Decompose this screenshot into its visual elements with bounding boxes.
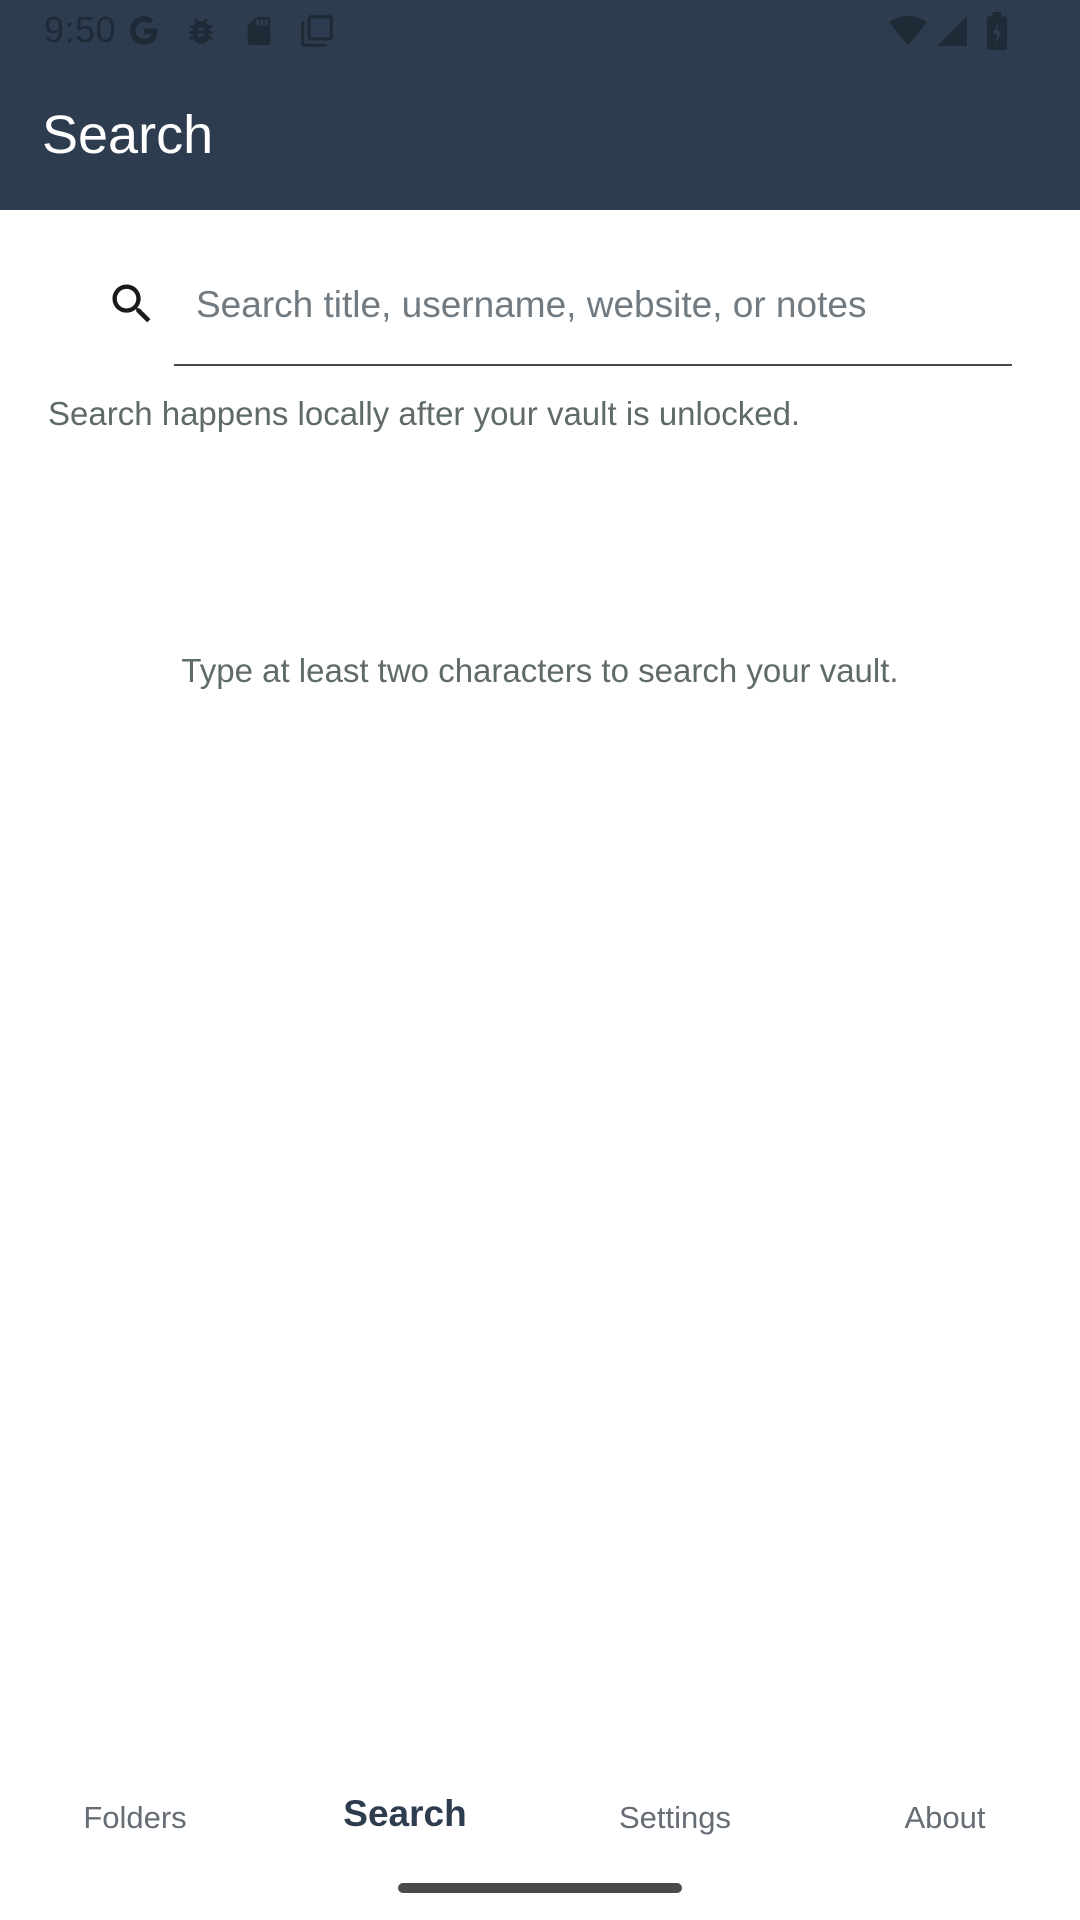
nav-item-label: Folders	[83, 1800, 187, 1835]
nav-item-label: Search	[343, 1793, 467, 1834]
search-icon	[112, 284, 151, 323]
page-title: Search	[42, 105, 214, 165]
bottom-nav: Folders Search Settings About	[0, 1770, 1080, 1870]
google-icon	[129, 16, 158, 45]
copy-icon	[301, 15, 333, 47]
wifi-icon	[889, 15, 927, 46]
nav-item-search[interactable]: Search	[270, 1770, 540, 1870]
app-bar: Search	[0, 63, 1080, 210]
nav-item-about[interactable]: About	[810, 1770, 1080, 1870]
bug-icon	[189, 18, 213, 44]
empty-state-message: Type at least two characters to search y…	[181, 652, 899, 689]
signal-icon	[937, 16, 967, 46]
battery-charging-icon	[986, 12, 1008, 50]
nav-item-folders[interactable]: Folders	[0, 1770, 270, 1870]
nav-item-settings[interactable]: Settings	[540, 1770, 810, 1870]
nav-item-label: About	[904, 1800, 986, 1835]
home-indicator[interactable]	[398, 1883, 682, 1893]
search-hint: Search happens locally after your vault …	[48, 395, 801, 432]
status-time: 9:50	[44, 9, 117, 50]
search-field[interactable]	[174, 268, 1012, 366]
sd-card-icon	[247, 16, 271, 46]
nav-item-label: Settings	[618, 1800, 731, 1835]
screen: 9:50 Search Search title, username, webs…	[0, 0, 1080, 1920]
status-bar: 9:50	[0, 0, 1080, 63]
search-input[interactable]	[174, 268, 1012, 342]
